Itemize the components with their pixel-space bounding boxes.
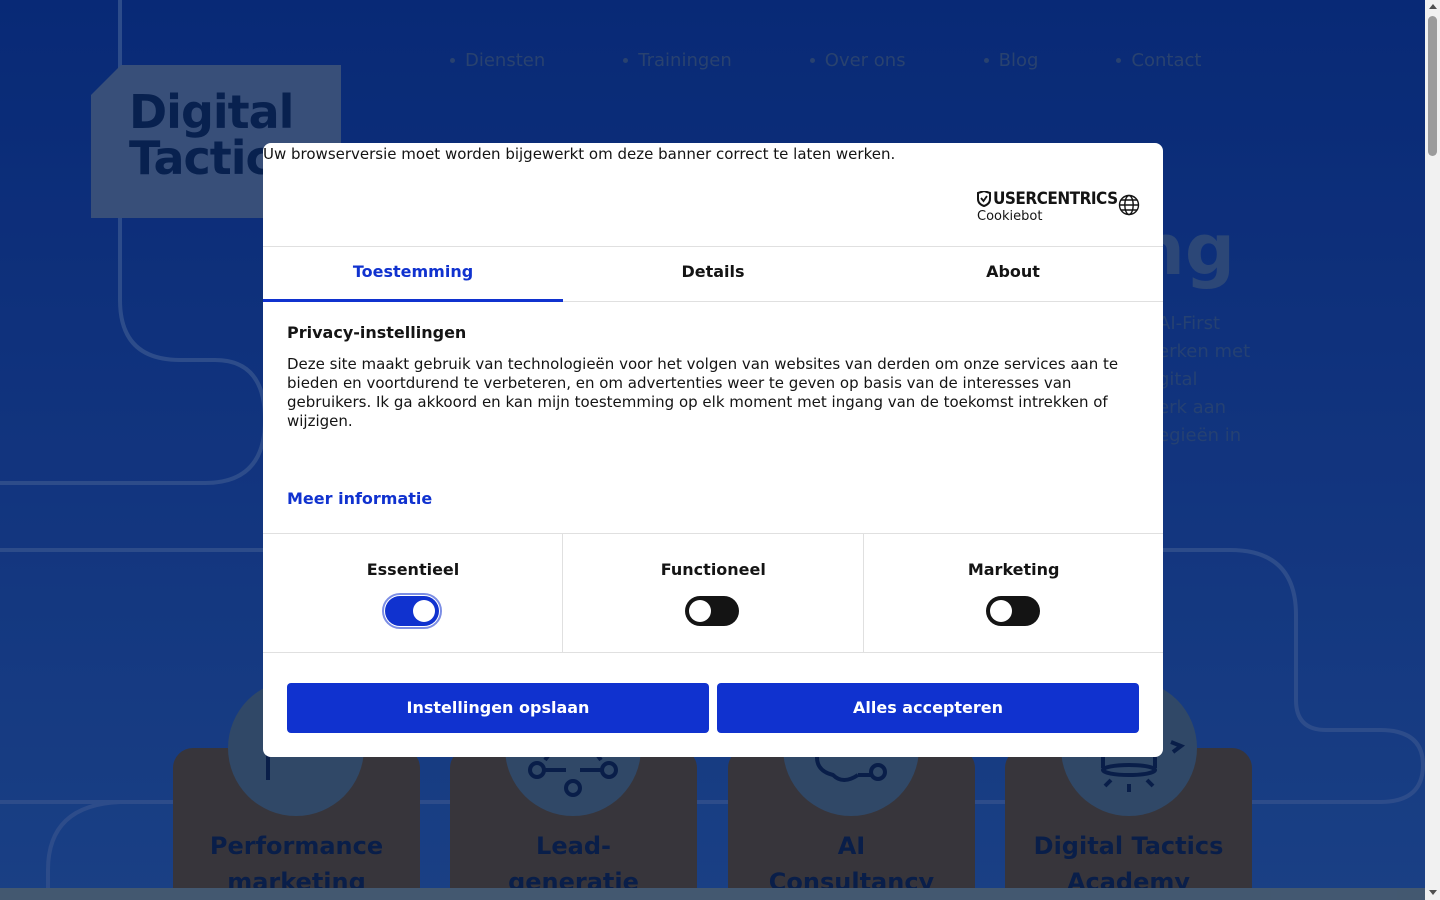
toggle-essentieel: Essentieel [263, 534, 562, 652]
section-title: Privacy-instellingen [287, 323, 467, 342]
toggle-marketing: Marketing [862, 534, 1163, 652]
scroll-down-arrow-icon[interactable] [1429, 890, 1437, 895]
save-settings-button[interactable]: Instellingen opslaan [287, 683, 709, 733]
toggle-label: Essentieel [366, 560, 460, 579]
functioneel-switch[interactable] [685, 596, 740, 626]
browser-update-note: Uw browserversie moet worden bijgewerkt … [263, 145, 896, 163]
cookiebot-logo: USERCENTRICS Cookiebot [977, 189, 1118, 224]
scrollbar[interactable] [1425, 0, 1440, 900]
globe-icon[interactable] [1118, 194, 1140, 216]
toggle-label: Functioneel [660, 560, 766, 579]
tab-details[interactable]: Details [563, 247, 863, 301]
consent-toggles: Essentieel Functioneel Marketing [263, 533, 1163, 653]
consent-description: Deze site maakt gebruik van technologieë… [287, 355, 1119, 430]
more-info-link[interactable]: Meer informatie [287, 489, 432, 508]
switch-knob [413, 600, 435, 622]
tab-about[interactable]: About [863, 247, 1163, 301]
marketing-switch[interactable] [985, 596, 1040, 626]
scroll-up-arrow-icon[interactable] [1429, 4, 1437, 9]
cookie-consent-dialog: Uw browserversie moet worden bijgewerkt … [263, 143, 1163, 757]
tab-toestemming[interactable]: Toestemming [263, 247, 563, 302]
switch-knob [989, 600, 1012, 622]
switch-knob [689, 600, 712, 622]
scroll-thumb[interactable] [1428, 16, 1437, 156]
shield-icon [977, 191, 991, 207]
essentieel-switch[interactable] [382, 593, 442, 629]
toggle-label: Marketing [967, 560, 1060, 579]
toggle-functioneel: Functioneel [562, 534, 862, 652]
consent-tabs: Toestemming Details About [263, 246, 1163, 302]
accept-all-button[interactable]: Alles accepteren [717, 683, 1139, 733]
